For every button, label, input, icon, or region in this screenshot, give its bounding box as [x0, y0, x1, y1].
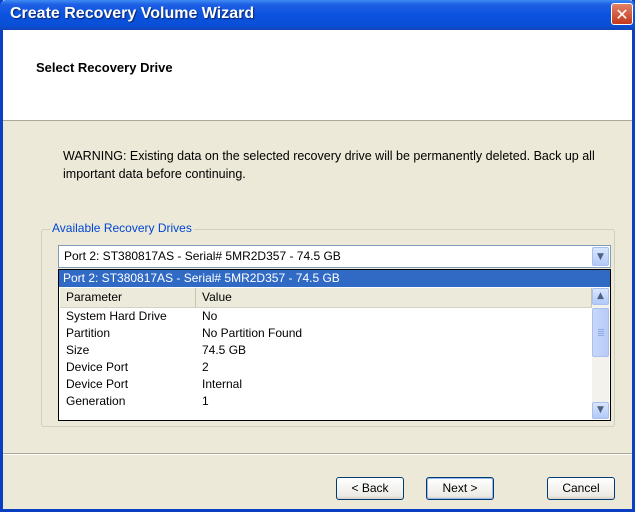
scroll-thumb[interactable]: [592, 308, 609, 357]
parameter-cell: Partition: [66, 326, 111, 340]
next-button[interactable]: Next >: [426, 477, 494, 500]
title-bar[interactable]: Create Recovery Volume Wizard ✕: [0, 0, 635, 30]
value-cell: 1: [202, 394, 209, 408]
chevron-down-icon: ▼: [597, 252, 604, 262]
parameter-cell: Device Port: [66, 377, 129, 391]
drive-details-list: Parameter Value System Hard Drive No Par…: [60, 288, 609, 419]
dropdown-button[interactable]: ▼: [592, 247, 609, 266]
parameter-cell: Generation: [66, 394, 126, 408]
wizard-window: Create Recovery Volume Wizard ✕ Select R…: [0, 0, 635, 512]
value-cell: No: [202, 309, 218, 323]
chevron-up-icon: ▲: [597, 291, 604, 301]
list-item[interactable]: Device Port Internal: [60, 376, 590, 392]
list-item[interactable]: System Hard Drive No: [60, 308, 590, 324]
back-button[interactable]: < Back: [336, 477, 404, 500]
list-item[interactable]: Partition No Partition Found: [60, 325, 590, 341]
column-header-parameter[interactable]: Parameter: [60, 288, 196, 307]
value-cell: Internal: [202, 377, 243, 391]
drive-dropdown-list: Port 2: ST380817AS - Serial# 5MR2D357 - …: [58, 269, 611, 421]
parameter-cell: System Hard Drive: [66, 309, 167, 323]
grip-icon: [598, 329, 604, 330]
wizard-header: Select Recovery Drive: [3, 30, 632, 121]
scroll-down-button[interactable]: ▼: [592, 402, 609, 419]
warning-text: WARNING: Existing data on the selected r…: [63, 149, 595, 181]
scroll-up-button[interactable]: ▲: [592, 288, 609, 305]
list-item[interactable]: Device Port 2: [60, 359, 590, 375]
close-button[interactable]: ✕: [611, 3, 633, 25]
value-cell: 2: [202, 360, 209, 374]
drive-select-value: Port 2: ST380817AS - Serial# 5MR2D357 - …: [64, 249, 341, 263]
group-label: Available Recovery Drives: [50, 221, 194, 235]
list-item[interactable]: Generation 1: [60, 393, 590, 409]
drive-select[interactable]: Port 2: ST380817AS - Serial# 5MR2D357 - …: [58, 245, 611, 268]
parameter-cell: Size: [66, 343, 90, 357]
list-header: Parameter Value: [60, 288, 592, 308]
dropdown-option-selected[interactable]: Port 2: ST380817AS - Serial# 5MR2D357 - …: [59, 270, 610, 287]
cancel-button[interactable]: Cancel: [547, 477, 615, 500]
page-title: Select Recovery Drive: [36, 60, 173, 75]
parameter-cell: Device Port: [66, 360, 129, 374]
value-cell: 74.5 GB: [202, 343, 247, 357]
value-cell: No Partition Found: [202, 326, 303, 340]
list-item[interactable]: Size 74.5 GB: [60, 342, 590, 358]
column-header-value[interactable]: Value: [196, 288, 592, 307]
chevron-down-icon: ▼: [597, 405, 604, 415]
close-icon: ✕: [615, 5, 629, 24]
footer-divider: [3, 453, 632, 455]
window-title: Create Recovery Volume Wizard: [10, 5, 255, 22]
vertical-scrollbar[interactable]: ▲ ▼: [592, 288, 609, 419]
